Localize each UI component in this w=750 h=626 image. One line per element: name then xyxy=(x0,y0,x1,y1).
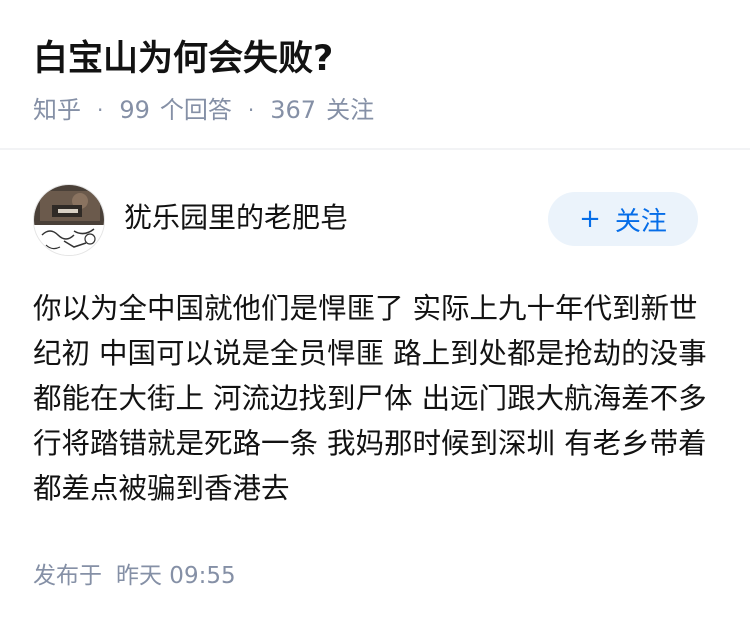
author-row: 犹乐园里的老肥皂 + 关注 xyxy=(0,182,750,262)
question-title[interactable]: 白宝山为何会失败? xyxy=(33,34,333,84)
user-avatar-image xyxy=(34,185,104,255)
source-label[interactable]: 知乎 xyxy=(33,92,81,128)
follow-button[interactable]: + 关注 xyxy=(548,192,698,246)
answer-footer: 发布于 昨天 09:55 xyxy=(33,558,236,594)
meta-separator: · xyxy=(247,98,255,122)
answer-count-label: 个回答 xyxy=(159,96,232,124)
published-time: 昨天 09:55 xyxy=(116,563,236,589)
author-avatar[interactable] xyxy=(33,184,105,256)
published-label: 发布于 xyxy=(33,563,102,589)
meta-separator: · xyxy=(97,98,104,122)
author-name[interactable]: 犹乐园里的老肥皂 xyxy=(124,198,348,238)
follower-count-label: 关注 xyxy=(326,96,375,124)
plus-icon: + xyxy=(579,204,601,234)
follow-button-label: 关注 xyxy=(614,206,667,237)
answer-count: 99 xyxy=(119,96,150,124)
follower-count: 367 xyxy=(270,96,317,124)
answer-content[interactable]: 你以为全中国就他们是悍匪了 实际上九十年代到新世纪初 中国可以说是全员悍匪 路上… xyxy=(33,286,723,511)
question-meta: 知乎 · 99 个回答 · 367 关注 xyxy=(33,92,374,128)
question-header: 白宝山为何会失败? 知乎 · 99 个回答 · 367 关注 xyxy=(0,0,750,150)
